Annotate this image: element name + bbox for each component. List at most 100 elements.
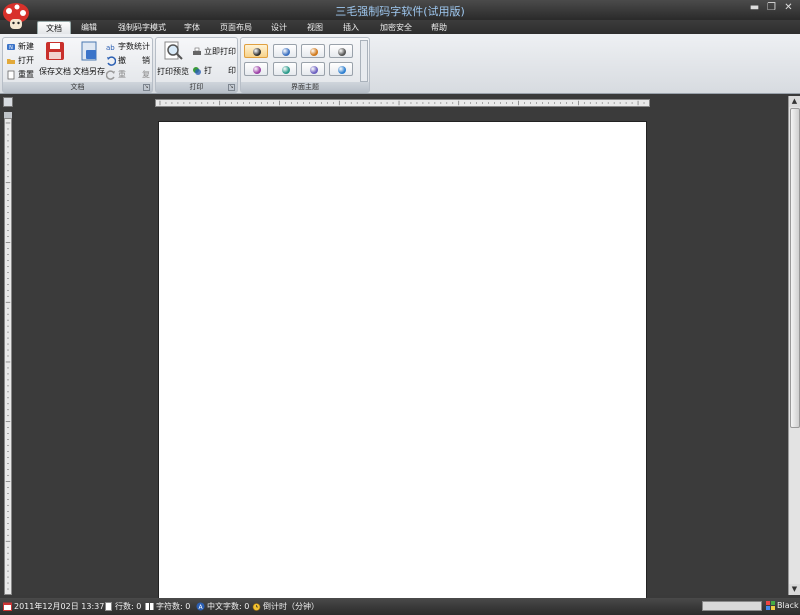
status-chars-text: 字符数: 0 [156,602,191,611]
new-label: 新建 [18,42,34,51]
redo-label-2: 复 [142,70,150,79]
print-preview-label: 打印预览 [157,67,189,76]
status-date: 2011年12月02日 13:37 [3,601,104,612]
tab-edit[interactable]: 编辑 [74,21,104,34]
vertical-scrollbar[interactable]: ▲ ▼ [788,96,800,595]
theme-swatch-dot-6 [282,66,290,74]
save-disk-icon [46,42,64,60]
theme-swatch-dot-1 [253,48,261,56]
status-theme[interactable]: Black [766,601,799,610]
redo-button[interactable]: 重 [106,69,126,80]
undo-button[interactable]: 撤 [106,55,126,66]
document-group: N 新建 打开 重置 保存文档 文档另存 ab 字数统计 撤 销 重 复 文档 … [2,37,153,93]
scroll-thumb[interactable] [790,108,800,428]
theme-swatch-dot-4 [338,48,346,56]
save-button[interactable]: 保存文档 [37,40,73,77]
open-button[interactable]: 打开 [6,55,34,66]
scroll-up-arrow[interactable]: ▲ [789,96,800,107]
blank-page-icon [7,70,15,79]
theme-swatch-dot-5 [253,66,261,74]
theme-group-label: 界面主题 [241,82,369,92]
app-menu-orb-icon[interactable] [2,2,30,30]
print-group-launcher[interactable]: ↘ [228,84,235,91]
document-group-label: 文档 [3,82,152,92]
theme-swatch-dot-7 [310,66,318,74]
undo-label: 撤 [118,56,126,65]
tab-document[interactable]: 文档 [37,21,71,34]
redo-label: 重 [118,70,126,79]
reset-button[interactable]: 重置 [6,69,34,80]
theme-grid-icon [766,601,775,610]
tab-help[interactable]: 帮助 [424,21,454,34]
word-count-label: 字数统计 [118,42,150,51]
minimize-button[interactable]: ▬ [747,2,762,15]
print-now-button[interactable]: 立即打印 [192,46,236,57]
tab-insert[interactable]: 插入 [337,21,365,34]
window-controls: ▬ ❐ ✕ [747,2,796,15]
status-cn-chars-text: 中文字数: 0 [207,602,250,611]
scroll-down-arrow[interactable]: ▼ [789,584,800,595]
theme-gallery-scroll[interactable] [360,40,368,82]
folder-icon [7,58,15,64]
undo-icon [107,55,116,66]
theme-swatch-3[interactable] [301,44,325,58]
document-group-launcher[interactable]: ↘ [143,84,150,91]
tab-encryption[interactable]: 加密安全 [374,21,418,34]
page-icon [105,602,112,611]
document-page[interactable] [158,121,647,599]
ribbon-panel: N 新建 打开 重置 保存文档 文档另存 ab 字数统计 撤 销 重 复 文档 … [0,34,800,94]
restore-button[interactable]: ❐ [764,2,779,15]
print-now-label: 立即打印 [204,47,236,56]
save-label: 保存文档 [39,67,71,76]
save-as-label: 文档另存 [73,67,105,76]
tab-font[interactable]: 字体 [178,21,206,34]
new-button[interactable]: N 新建 [6,41,34,52]
print-preview-button[interactable]: 打印预览 [157,40,189,77]
window-title: 三毛强制码字软件(试用版) [335,5,465,18]
tab-design[interactable]: 设计 [265,21,293,34]
theme-swatch-2[interactable] [273,44,297,58]
theme-swatch-8[interactable] [329,62,353,76]
status-date-text: 2011年12月02日 13:37 [14,602,105,611]
theme-swatch-7[interactable] [301,62,325,76]
print-group-label: 打印 [156,82,237,92]
new-document-icon: N [7,43,15,51]
document-workspace [15,110,788,599]
ribbon-tabs: 文档 编辑 强制码字模式 字体 页面布局 设计 视图 插入 加密安全 帮助 [0,20,800,34]
printer-icon [193,47,201,55]
svg-text:ab: ab [106,44,115,52]
theme-swatch-4[interactable] [329,44,353,58]
undo-label-2: 销 [142,56,150,65]
print-button[interactable]: 打 [192,65,212,76]
status-lines-text: 行数: 0 [115,602,142,611]
theme-swatch-5[interactable] [244,62,268,76]
book-icon [145,603,154,610]
save-as-icon [81,41,97,61]
translate-icon: A [196,602,205,611]
close-button[interactable]: ✕ [781,2,796,15]
abc-count-icon: ab [106,44,115,52]
tab-view[interactable]: 视图 [301,21,329,34]
print-label-2: 印 [228,66,236,75]
theme-group: 界面主题 [240,37,370,93]
tab-page-layout[interactable]: 页面布局 [214,21,258,34]
save-as-button[interactable]: 文档另存 [72,40,106,77]
theme-swatch-6[interactable] [273,62,297,76]
status-theme-text: Black [777,601,799,610]
reset-label: 重置 [18,70,34,79]
vertical-ruler[interactable] [4,118,12,595]
theme-swatch-dot-2 [282,48,290,56]
status-timer[interactable]: 倒计时（分钟） [252,601,319,612]
title-bar: 三毛强制码字软件(试用版) ▬ ❐ ✕ [0,0,800,20]
zoom-slider[interactable] [702,601,762,611]
calendar-icon [3,602,12,611]
theme-swatch-dot-8 [338,66,346,74]
status-timer-text: 倒计时（分钟） [263,602,319,611]
ruler-toggle-button[interactable] [3,97,13,107]
horizontal-ruler[interactable] [155,99,650,107]
status-chars: 字符数: 0 [145,601,190,612]
alarm-clock-icon [252,603,261,611]
tab-forced-typing[interactable]: 强制码字模式 [112,21,172,34]
word-count-button[interactable]: ab 字数统计 [106,41,150,52]
theme-swatch-1[interactable] [244,44,268,58]
